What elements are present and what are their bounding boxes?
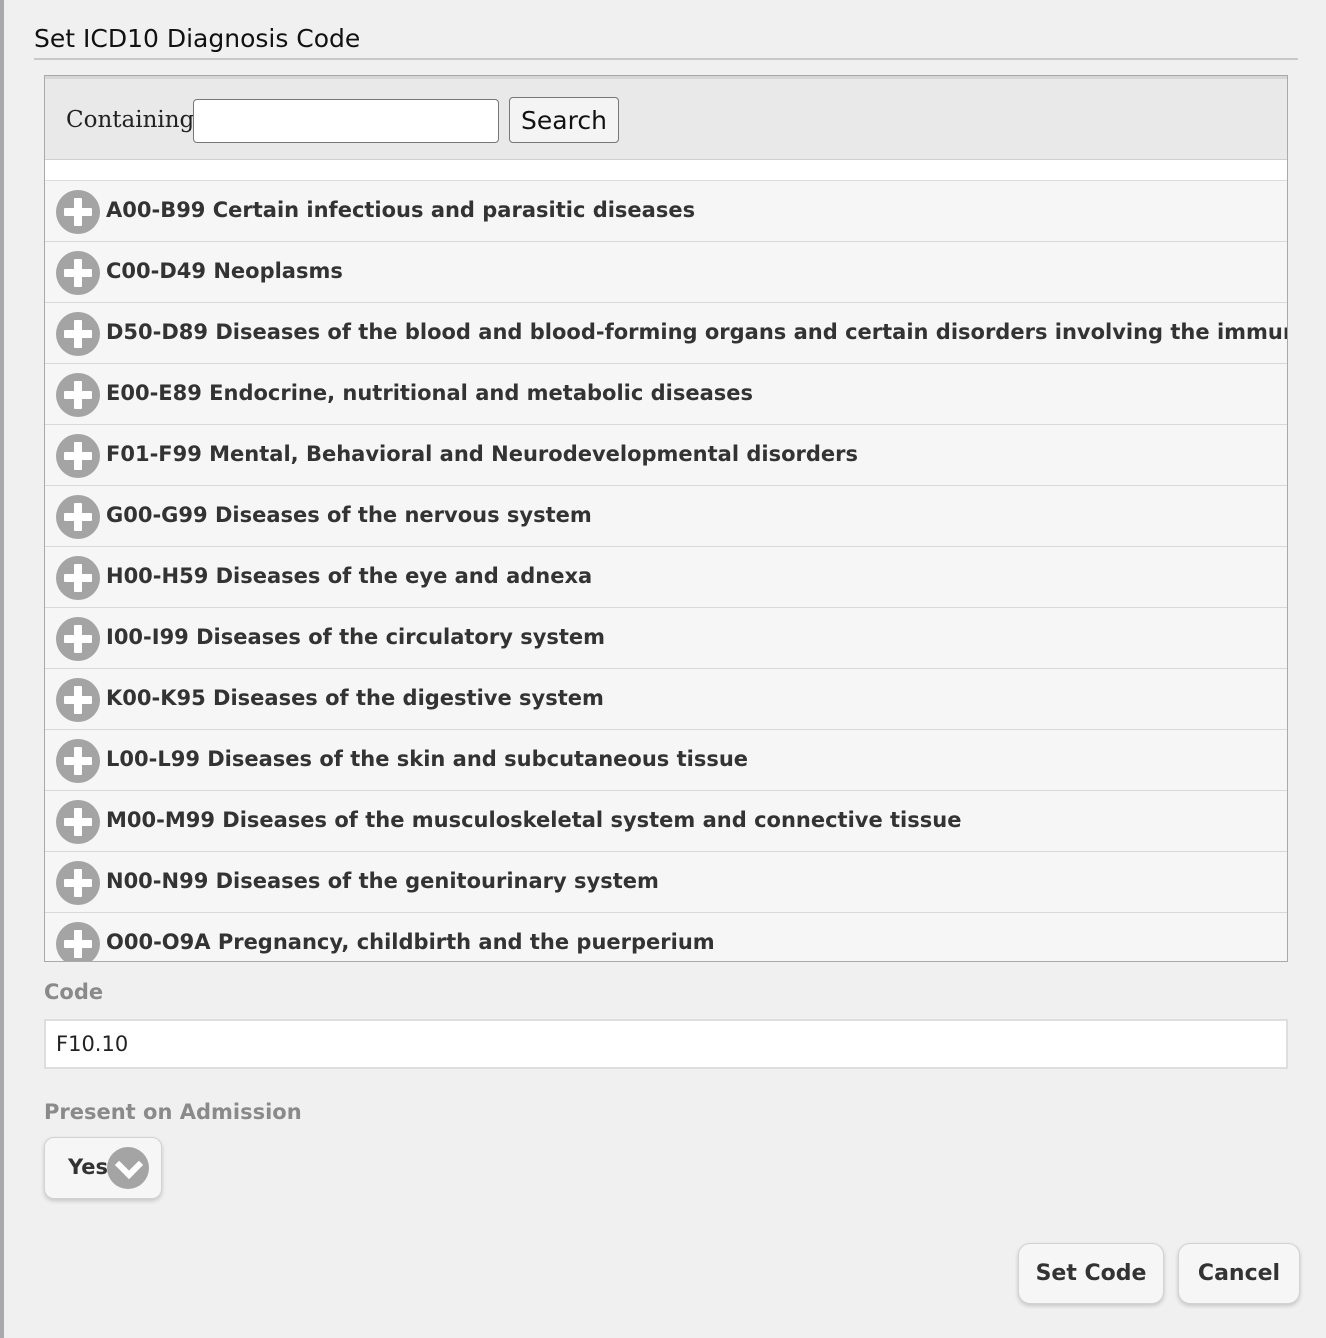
tree-header-spacer (45, 160, 1287, 181)
plus-circle-icon[interactable] (56, 922, 100, 961)
category-label[interactable]: K00-K95 Diseases of the digestive system (106, 686, 604, 710)
category-row[interactable]: O00-O9A Pregnancy, childbirth and the pu… (45, 913, 1287, 961)
plus-circle-icon[interactable] (56, 251, 100, 295)
category-row[interactable]: K00-K95 Diseases of the digestive system (45, 669, 1287, 730)
dialog-title: Set ICD10 Diagnosis Code (34, 24, 361, 53)
category-row[interactable]: C00-D49 Neoplasms (45, 242, 1287, 303)
plus-circle-icon[interactable] (56, 556, 100, 600)
icd10-tree-panel: Containing: Search A00-B99 Certain infec… (44, 75, 1288, 962)
plus-circle-icon[interactable] (56, 373, 100, 417)
search-bar: Containing: Search (45, 76, 1287, 160)
category-row[interactable]: M00-M99 Diseases of the musculoskeletal … (45, 791, 1287, 852)
plus-circle-icon[interactable] (56, 861, 100, 905)
cancel-button[interactable]: Cancel (1178, 1243, 1300, 1304)
category-label[interactable]: H00-H59 Diseases of the eye and adnexa (106, 564, 592, 588)
plus-circle-icon[interactable] (56, 312, 100, 356)
plus-circle-icon[interactable] (56, 617, 100, 661)
title-divider (34, 58, 1298, 60)
plus-circle-icon[interactable] (56, 800, 100, 844)
category-label[interactable]: O00-O9A Pregnancy, childbirth and the pu… (106, 930, 715, 954)
category-label[interactable]: I00-I99 Diseases of the circulatory syst… (106, 625, 605, 649)
plus-circle-icon[interactable] (56, 678, 100, 722)
category-label[interactable]: E00-E89 Endocrine, nutritional and metab… (106, 381, 753, 405)
category-label[interactable]: G00-G99 Diseases of the nervous system (106, 503, 592, 527)
search-button[interactable]: Search (509, 97, 619, 143)
plus-circle-icon[interactable] (56, 739, 100, 783)
category-label[interactable]: F01-F99 Mental, Behavioral and Neurodeve… (106, 442, 858, 466)
category-row[interactable]: I00-I99 Diseases of the circulatory syst… (45, 608, 1287, 669)
code-label: Code (44, 980, 104, 1004)
category-row[interactable]: G00-G99 Diseases of the nervous system (45, 486, 1287, 547)
chevron-down-icon[interactable] (107, 1147, 149, 1189)
containing-label: Containing: (66, 107, 203, 133)
category-label[interactable]: D50-D89 Diseases of the blood and blood-… (106, 320, 1287, 344)
category-row[interactable]: A00-B99 Certain infectious and parasitic… (45, 181, 1287, 242)
category-row[interactable]: L00-L99 Diseases of the skin and subcuta… (45, 730, 1287, 791)
category-label[interactable]: M00-M99 Diseases of the musculoskeletal … (106, 808, 961, 832)
plus-circle-icon[interactable] (56, 495, 100, 539)
category-label[interactable]: L00-L99 Diseases of the skin and subcuta… (106, 747, 748, 771)
category-list[interactable]: A00-B99 Certain infectious and parasitic… (45, 181, 1287, 961)
category-row[interactable]: E00-E89 Endocrine, nutritional and metab… (45, 364, 1287, 425)
category-label[interactable]: N00-N99 Diseases of the genitourinary sy… (106, 869, 659, 893)
present-on-admission-value[interactable]: Yes (68, 1155, 108, 1179)
category-row[interactable]: D50-D89 Diseases of the blood and blood-… (45, 303, 1287, 364)
present-on-admission-select[interactable]: Yes (44, 1137, 162, 1199)
category-row[interactable]: H00-H59 Diseases of the eye and adnexa (45, 547, 1287, 608)
plus-circle-icon[interactable] (56, 190, 100, 234)
set-code-button[interactable]: Set Code (1018, 1243, 1164, 1304)
plus-circle-icon[interactable] (56, 434, 100, 478)
search-input[interactable] (193, 99, 499, 143)
background-window-edge (0, 0, 4, 1338)
category-row[interactable]: N00-N99 Diseases of the genitourinary sy… (45, 852, 1287, 913)
category-label[interactable]: A00-B99 Certain infectious and parasitic… (106, 198, 695, 222)
category-row[interactable]: F01-F99 Mental, Behavioral and Neurodeve… (45, 425, 1287, 486)
code-input[interactable] (44, 1019, 1288, 1069)
category-label[interactable]: C00-D49 Neoplasms (106, 259, 343, 283)
present-on-admission-label: Present on Admission (44, 1100, 302, 1124)
